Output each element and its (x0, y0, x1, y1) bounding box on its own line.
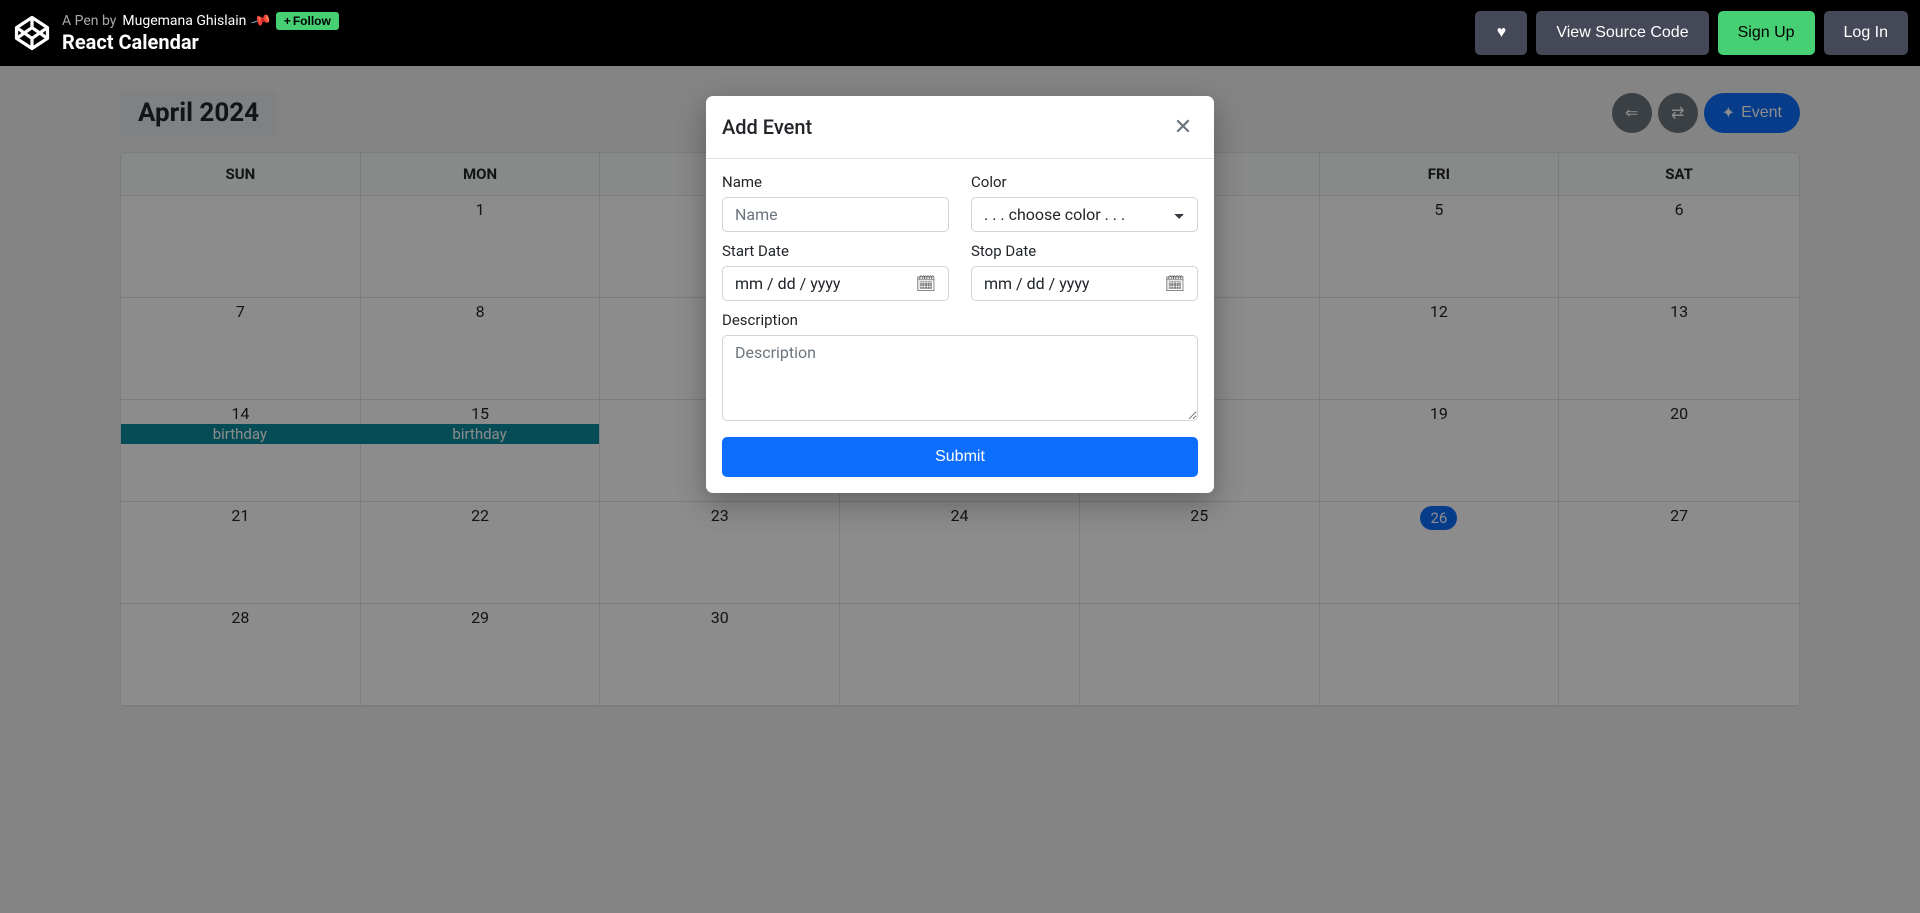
sign-up-button[interactable]: Sign Up (1718, 11, 1815, 55)
modal-close-button[interactable]: ✕ (1168, 112, 1198, 142)
pen-title[interactable]: React Calendar (62, 30, 339, 54)
plus-icon: + (284, 14, 291, 28)
name-input[interactable] (722, 197, 949, 232)
calendar-icon: 🗓 (1165, 274, 1185, 293)
view-source-button[interactable]: View Source Code (1536, 11, 1708, 55)
author-link[interactable]: Mugemana Ghislain (122, 13, 246, 29)
stop-date-input[interactable]: mm / dd / yyyy 🗓 (971, 266, 1198, 301)
color-select[interactable]: . . . choose color . . . (971, 197, 1198, 232)
add-event-modal: Add Event ✕ Name Color . . . choose colo… (706, 96, 1214, 493)
description-textarea[interactable] (722, 335, 1198, 421)
close-icon: ✕ (1174, 114, 1192, 139)
pin-icon: 📌 (250, 10, 273, 33)
topbar: A Pen by Mugemana Ghislain 📌 + Follow Re… (0, 0, 1920, 66)
start-date-input[interactable]: mm / dd / yyyy 🗓 (722, 266, 949, 301)
description-label: Description (722, 311, 1198, 329)
pen-by-label: A Pen by (62, 13, 116, 29)
color-label: Color (971, 173, 1198, 191)
start-date-value: mm / dd / yyyy (735, 274, 840, 293)
follow-button[interactable]: + Follow (276, 12, 339, 30)
stop-date-value: mm / dd / yyyy (984, 274, 1089, 293)
calendar-icon: 🗓 (916, 274, 936, 293)
like-button[interactable]: ♥ (1475, 11, 1527, 55)
submit-button[interactable]: Submit (722, 437, 1198, 477)
pen-meta: A Pen by Mugemana Ghislain 📌 + Follow Re… (62, 12, 339, 54)
follow-label: Follow (293, 14, 331, 28)
start-date-label: Start Date (722, 242, 949, 260)
codepen-logo-icon[interactable] (12, 13, 52, 53)
modal-title: Add Event (722, 115, 812, 139)
log-in-button[interactable]: Log In (1824, 11, 1908, 55)
name-label: Name (722, 173, 949, 191)
heart-icon: ♥ (1497, 24, 1507, 42)
stop-date-label: Stop Date (971, 242, 1198, 260)
